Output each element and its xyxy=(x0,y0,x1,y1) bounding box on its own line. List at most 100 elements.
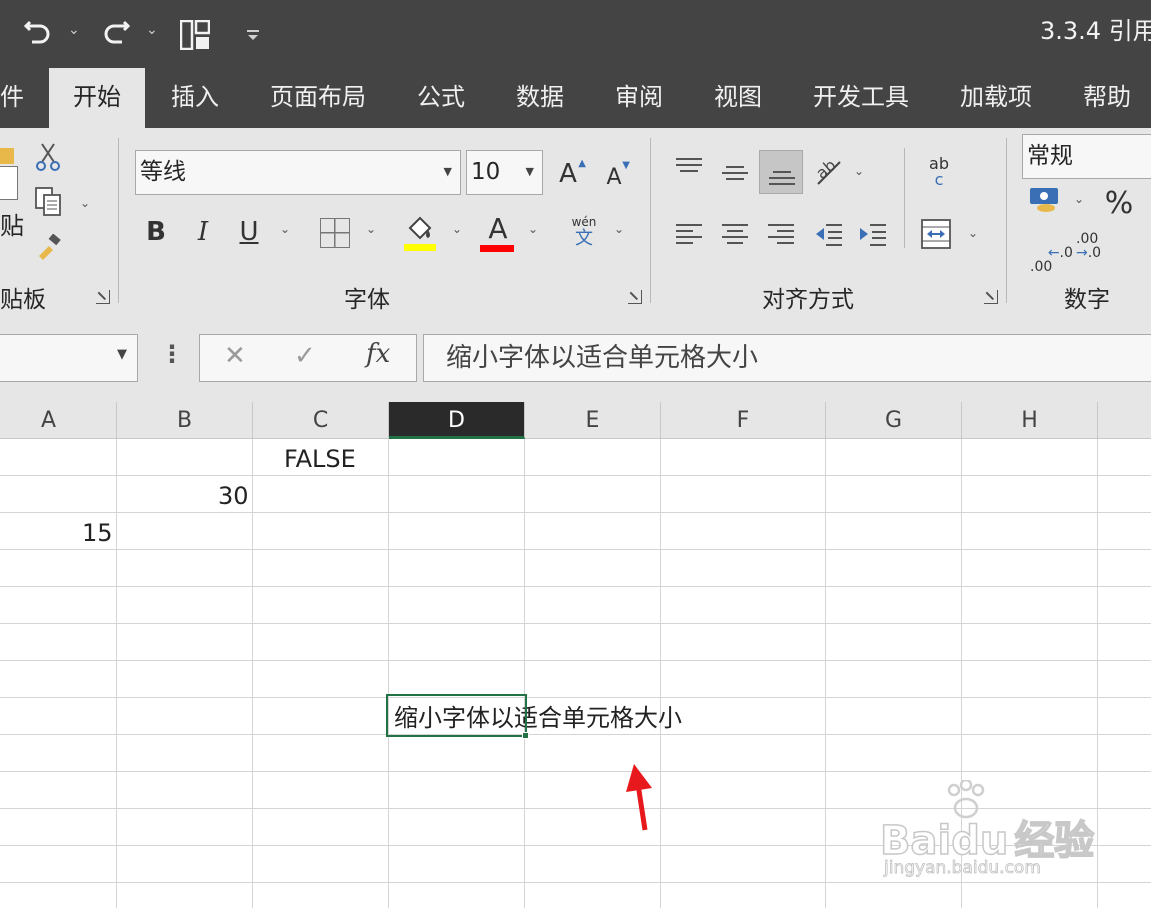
font-name-combo[interactable]: 等线 ▼ xyxy=(135,150,461,195)
insert-function-icon[interactable]: fx xyxy=(366,339,390,369)
shrink-font-icon: A xyxy=(606,165,622,190)
format-painter-icon[interactable] xyxy=(36,234,64,262)
column-header-b[interactable]: B xyxy=(117,402,253,439)
copy-icon[interactable] xyxy=(34,186,64,218)
cell-a3[interactable]: 15 xyxy=(82,515,113,551)
formula-bar: ▼ ⋮ ✕ ✓ fx 缩小字体以适合单元格大小 xyxy=(0,314,1151,402)
percent-button[interactable]: % xyxy=(1102,186,1136,222)
shrink-font-button[interactable]: A ▼ xyxy=(604,160,630,196)
grow-font-icon: A xyxy=(559,159,577,189)
tab-insert[interactable]: 插入 xyxy=(171,68,219,128)
group-divider xyxy=(118,138,119,303)
tab-help[interactable]: 帮助 xyxy=(1083,68,1131,128)
decrease-decimal-button[interactable]: .00 →.0 xyxy=(1076,232,1108,260)
font-size-combo[interactable]: 10 ▼ xyxy=(466,150,543,195)
undo-dropdown-icon[interactable]: ⌄ xyxy=(68,22,80,38)
document-title: 3.3.4 引用 xyxy=(1040,17,1151,45)
cancel-icon[interactable]: ✕ xyxy=(224,341,246,371)
tab-file[interactable]: 件 xyxy=(0,68,30,128)
grow-font-button[interactable]: A ▲ xyxy=(556,156,586,192)
fill-color-dropdown-icon[interactable]: ⌄ xyxy=(452,222,462,236)
copy-dropdown-icon[interactable]: ⌄ xyxy=(80,196,90,210)
name-box-dropdown-icon[interactable]: ▼ xyxy=(117,347,127,362)
font-color-dropdown-icon[interactable]: ⌄ xyxy=(528,222,538,236)
tab-home[interactable]: 开始 xyxy=(49,68,145,128)
underline-button[interactable]: U xyxy=(234,214,264,250)
formula-input[interactable]: 缩小字体以适合单元格大小 xyxy=(423,334,1151,382)
column-header-e[interactable]: E xyxy=(525,402,661,439)
name-box[interactable]: ▼ xyxy=(0,334,138,382)
decrease-indent-icon[interactable] xyxy=(814,222,844,248)
ribbon-tabs: 件 开始 插入 页面布局 公式 数据 审阅 视图 开发工具 加载项 帮助 xyxy=(0,68,1151,128)
group-divider xyxy=(1006,138,1007,303)
merge-center-icon[interactable] xyxy=(920,218,952,250)
column-header-c[interactable]: C xyxy=(253,402,389,439)
tab-page-layout[interactable]: 页面布局 xyxy=(270,68,366,128)
font-color-icon: A xyxy=(488,212,508,245)
tab-addins[interactable]: 加载项 xyxy=(960,68,1032,128)
customize-qat-icon[interactable] xyxy=(246,28,260,42)
svg-text:ab: ab xyxy=(812,155,840,182)
phonetic-dropdown-icon[interactable]: ⌄ xyxy=(614,222,624,236)
fill-handle[interactable] xyxy=(522,732,529,739)
tab-developer[interactable]: 开发工具 xyxy=(813,68,909,128)
accounting-dropdown-icon[interactable]: ⌄ xyxy=(1074,192,1084,206)
align-top-icon[interactable] xyxy=(676,158,702,176)
cell-b2[interactable]: 30 xyxy=(218,478,249,514)
alignment-group-label: 对齐方式 xyxy=(762,287,854,313)
undo-icon[interactable] xyxy=(22,18,54,50)
redo-icon[interactable] xyxy=(100,18,132,50)
enter-icon[interactable]: ✓ xyxy=(294,341,316,371)
cut-icon[interactable] xyxy=(34,142,62,172)
increase-decimal-button[interactable]: ←.0.00 xyxy=(1030,232,1073,288)
align-middle-icon[interactable] xyxy=(722,166,748,184)
increase-indent-icon[interactable] xyxy=(858,222,888,248)
font-size-dropdown-icon[interactable]: ▼ xyxy=(526,151,534,193)
font-launcher-icon[interactable] xyxy=(628,290,642,304)
align-right-icon[interactable] xyxy=(768,224,794,248)
layout-icon[interactable] xyxy=(180,20,210,50)
align-left-icon[interactable] xyxy=(676,224,702,248)
column-header-h[interactable]: H xyxy=(962,402,1098,439)
tab-data[interactable]: 数据 xyxy=(516,68,564,128)
tab-review[interactable]: 审阅 xyxy=(615,68,663,128)
merge-dropdown-icon[interactable]: ⌄ xyxy=(968,226,978,240)
cell-c1[interactable]: FALSE xyxy=(284,441,356,477)
paste-sheet-icon xyxy=(0,166,18,200)
accounting-format-icon[interactable] xyxy=(1028,186,1062,214)
italic-button[interactable]: I xyxy=(188,214,218,250)
shrink-arrow-icon: ▼ xyxy=(622,160,630,171)
decrease-decimal-arrow-icon: → xyxy=(1076,245,1088,261)
align-center-icon[interactable] xyxy=(722,224,748,248)
orientation-dropdown-icon[interactable]: ⌄ xyxy=(854,164,864,178)
clipboard-icon xyxy=(0,148,14,164)
fill-color-icon[interactable] xyxy=(402,214,438,252)
more-options-icon[interactable]: ⋮ xyxy=(160,340,184,368)
bold-button[interactable]: B xyxy=(140,214,172,250)
clipboard-launcher-icon[interactable] xyxy=(96,290,110,304)
title-bar: ⌄ ⌄ 3.3.4 引用 xyxy=(0,0,1151,68)
ribbon: 贴 ⌄ 贴板 等线 ▼ 10 ▼ A ▲ A ▼ B I U ⌄ ⌄ ⌄ A ⌄… xyxy=(0,128,1151,314)
number-format-value: 常规 xyxy=(1027,143,1073,169)
font-name-dropdown-icon[interactable]: ▼ xyxy=(444,151,452,193)
underline-dropdown-icon[interactable]: ⌄ xyxy=(280,222,290,236)
borders-icon[interactable] xyxy=(320,218,350,248)
paste-button[interactable] xyxy=(0,146,18,206)
borders-dropdown-icon[interactable]: ⌄ xyxy=(366,222,376,236)
tab-view[interactable]: 视图 xyxy=(714,68,762,128)
column-header-a[interactable]: A xyxy=(0,402,117,439)
phonetic-button[interactable]: wén 文 xyxy=(568,216,600,250)
align-bottom-button[interactable] xyxy=(759,150,803,194)
font-group-label: 字体 xyxy=(344,287,390,313)
tab-formulas[interactable]: 公式 xyxy=(417,68,465,128)
wrap-text-button[interactable]: ab c xyxy=(924,156,954,188)
font-size-value: 10 xyxy=(471,159,501,185)
column-header-f[interactable]: F xyxy=(661,402,826,439)
alignment-launcher-icon[interactable] xyxy=(984,290,998,304)
column-header-g[interactable]: G xyxy=(826,402,962,439)
redo-dropdown-icon[interactable]: ⌄ xyxy=(146,22,158,38)
font-color-button[interactable]: A xyxy=(480,214,516,252)
column-header-d[interactable]: D xyxy=(389,402,525,439)
orientation-icon[interactable]: ab xyxy=(812,154,846,188)
number-format-combo[interactable]: 常规 xyxy=(1022,134,1151,179)
